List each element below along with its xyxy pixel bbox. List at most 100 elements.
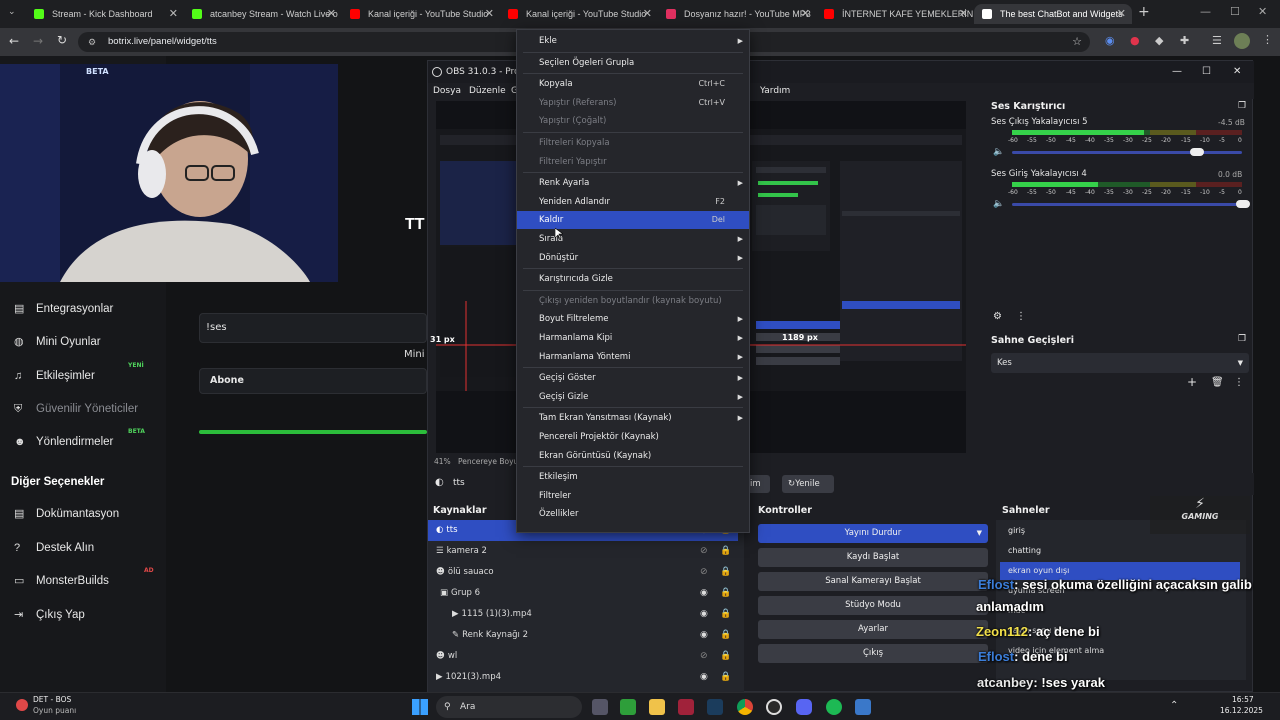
mixer-settings-icon[interactable]: ⚙ xyxy=(993,311,1002,322)
lock-icon[interactable]: 🔒 xyxy=(720,562,731,583)
reading-list-icon[interactable]: ☰ xyxy=(1212,34,1222,47)
context-menu-item[interactable]: Yeniden Adlandır F2 xyxy=(517,193,749,211)
control-button[interactable]: Yayını Durdur ▼ xyxy=(758,524,988,543)
scene-item[interactable]: chatting xyxy=(1000,542,1240,560)
reload-icon[interactable]: ↻ xyxy=(57,33,67,47)
tab-close-icon[interactable]: ✕ xyxy=(327,4,336,24)
menu-duzenle[interactable]: Düzenle xyxy=(469,83,506,99)
site-info-icon[interactable]: ⚙ xyxy=(88,32,96,52)
taskbar-search[interactable]: ⚲ Ara xyxy=(436,696,582,718)
transition-select[interactable]: Kes ▼ xyxy=(991,353,1249,373)
clock-date[interactable]: 16.12.2025 xyxy=(1220,706,1263,715)
sidebar-item[interactable]: ♫ Etkileşimler xyxy=(14,365,95,387)
minimize-icon[interactable]: — xyxy=(1200,5,1211,18)
task-view-icon[interactable] xyxy=(592,699,608,715)
sidebar-item[interactable]: ▤ Entegrasyonlar xyxy=(14,298,113,320)
source-row[interactable]: ▶ 1115 (1)(3).mp4 ◉ 🔒 xyxy=(428,604,738,625)
eye-icon[interactable]: ◉ xyxy=(700,583,708,604)
context-menu-item[interactable]: Boyut Filtreleme ▶ xyxy=(517,310,749,328)
mixer-menu-icon[interactable]: ⋮ xyxy=(1016,311,1026,322)
back-icon[interactable]: ← xyxy=(9,34,19,48)
context-menu-item[interactable]: Kopyala Ctrl+C xyxy=(517,75,749,93)
tab-close-icon[interactable]: ✕ xyxy=(169,4,178,24)
source-row[interactable]: ▣ Grup 6 ◉ 🔒 xyxy=(428,583,738,604)
mixer-undock-icon[interactable]: ❐ xyxy=(1238,101,1246,111)
spotify-icon[interactable] xyxy=(826,699,842,715)
context-menu-item[interactable]: Ekran Görüntüsü (Kaynak) xyxy=(517,447,749,465)
extension-3-icon[interactable]: ◆ xyxy=(1155,34,1163,47)
lock-icon[interactable]: 🔒 xyxy=(720,604,731,625)
context-menu-item[interactable]: Harmanlama Yöntemi ▶ xyxy=(517,348,749,366)
chrome-icon[interactable] xyxy=(737,699,753,715)
speaker-icon[interactable]: 🔈 xyxy=(993,199,1004,209)
context-menu-item[interactable]: Tam Ekran Yansıtması (Kaynak) ▶ xyxy=(517,409,749,427)
reward-select[interactable]: Abone xyxy=(199,368,427,394)
menu-dosya[interactable]: Dosya xyxy=(433,83,461,99)
obs-close-icon[interactable]: ✕ xyxy=(1233,61,1241,83)
command-input[interactable]: !ses xyxy=(199,313,427,343)
tab-search-icon[interactable]: ⌄ xyxy=(8,7,16,17)
control-button[interactable]: Stüdyo Modu xyxy=(758,596,988,615)
app-red-icon[interactable] xyxy=(678,699,694,715)
sidebar-item[interactable]: ? Destek Alın xyxy=(14,537,94,559)
browser-tab[interactable]: Kanal içeriği - YouTube Studio ✕ xyxy=(342,4,500,24)
control-button[interactable]: Ayarlar xyxy=(758,620,988,639)
maximize-icon[interactable]: ☐ xyxy=(1230,5,1240,18)
file-explorer-icon[interactable] xyxy=(649,699,665,715)
lock-icon[interactable]: 🔒 xyxy=(720,541,731,562)
lock-icon[interactable]: 🔒 xyxy=(720,667,731,688)
eye-hidden-icon[interactable]: ⊘ xyxy=(700,562,708,583)
preview-mode[interactable]: Pencereye Boyut xyxy=(458,457,521,466)
windows-start-icon[interactable] xyxy=(412,699,428,715)
sidebar-item[interactable]: ⛨ Güvenilir Yöneticiler xyxy=(14,398,138,420)
clock-time[interactable]: 16:57 xyxy=(1232,695,1254,704)
volume-fader[interactable] xyxy=(1012,203,1242,206)
source-row[interactable]: ☰ kamera 2 ⊘ 🔒 xyxy=(428,541,738,562)
tab-close-icon[interactable]: ✕ xyxy=(959,4,968,24)
remove-transition-icon[interactable]: 🗑 xyxy=(1211,377,1224,388)
browser-tab[interactable]: The best ChatBot and Widgets ✕ xyxy=(974,4,1132,24)
context-menu-item[interactable]: Renk Ayarla ▶ xyxy=(517,174,749,192)
speaker-icon[interactable]: 🔈 xyxy=(993,147,1004,157)
extension-2-icon[interactable]: ● xyxy=(1130,34,1140,47)
context-menu-item[interactable]: Ekle ▶ xyxy=(517,32,749,50)
tab-close-icon[interactable]: ✕ xyxy=(485,4,494,24)
context-menu-item[interactable]: Seçilen Ögeleri Grupla xyxy=(517,54,749,72)
add-transition-icon[interactable]: + xyxy=(1187,375,1197,389)
bookmark-star-icon[interactable]: ☆ xyxy=(1072,32,1082,52)
eye-icon[interactable]: ◉ xyxy=(700,667,708,688)
browser-menu-icon[interactable]: ⋮ xyxy=(1262,33,1273,46)
app-blue-icon[interactable] xyxy=(855,699,871,715)
eye-icon[interactable]: ◉ xyxy=(700,604,708,625)
transition-menu-icon[interactable]: ⋮ xyxy=(1234,377,1244,388)
profile-avatar[interactable] xyxy=(1234,33,1250,49)
context-menu-item[interactable]: Sırala ▶ xyxy=(517,230,749,248)
lock-icon[interactable]: 🔒 xyxy=(720,625,731,646)
browser-tab[interactable]: İNTERNET KAFE YEMEKLERİNİ (✕ xyxy=(816,4,974,24)
refresh-button[interactable]: ↻Yenile xyxy=(782,475,834,493)
kick-widget-icon[interactable] xyxy=(16,699,28,711)
transitions-undock-icon[interactable]: ❐ xyxy=(1238,334,1246,344)
source-row[interactable]: ✎ Renk Kaynağı 2 ◉ 🔒 xyxy=(428,625,738,646)
sidebar-item[interactable]: ▤ Dokümantasyon xyxy=(14,503,119,525)
eye-hidden-icon[interactable]: ⊘ xyxy=(700,646,708,667)
source-row[interactable]: ☻ ölü sauaco ⊘ 🔒 xyxy=(428,562,738,583)
context-menu-item[interactable]: Harmanlama Kipi ▶ xyxy=(517,329,749,347)
control-button[interactable]: Sanal Kamerayı Başlat xyxy=(758,572,988,591)
context-menu-item[interactable]: Dönüştür ▶ xyxy=(517,249,749,267)
obs-minimize-icon[interactable]: — xyxy=(1172,61,1182,83)
volume-slider[interactable] xyxy=(199,430,427,434)
context-menu-item[interactable]: Filtreler xyxy=(517,487,749,505)
eye-hidden-icon[interactable]: ⊘ xyxy=(700,541,708,562)
browser-tab[interactable]: Kanal içeriği - YouTube Studio ✕ xyxy=(500,4,658,24)
steam-icon[interactable] xyxy=(707,699,723,715)
lock-icon[interactable]: 🔒 xyxy=(720,583,731,604)
tab-close-icon[interactable]: ✕ xyxy=(801,4,810,24)
browser-tab[interactable]: Dosyanız hazır! - YouTube MP3 ✕ xyxy=(658,4,816,24)
context-menu-item[interactable]: Karıştırıcıda Gizle xyxy=(517,270,749,288)
context-menu-item[interactable]: Kaldır Del xyxy=(517,211,749,230)
volume-fader-knob[interactable] xyxy=(1190,148,1204,156)
new-tab-button[interactable]: + xyxy=(1138,4,1150,20)
context-menu-item[interactable]: Özellikler xyxy=(517,505,749,523)
sidebar-item[interactable]: ▭ MonsterBuilds xyxy=(14,570,109,592)
